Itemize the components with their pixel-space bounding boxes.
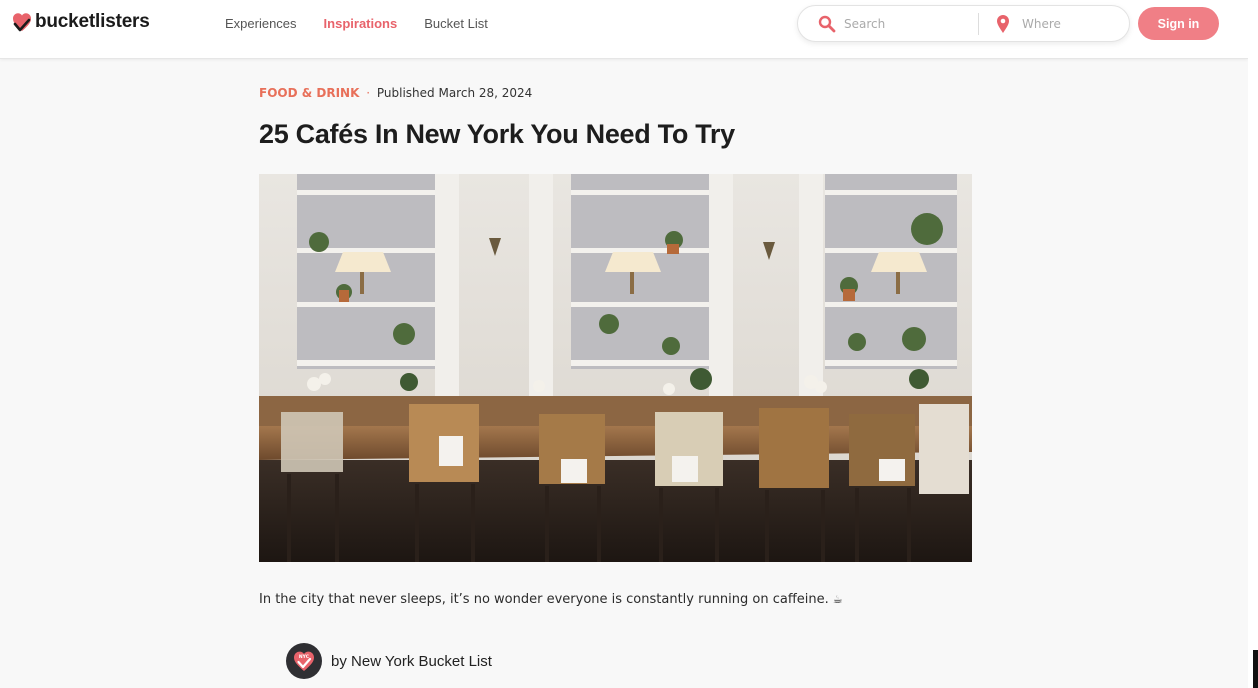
intro-text: In the city that never sleeps, it’s no w… bbox=[259, 592, 829, 607]
sign-in-button[interactable]: Sign in bbox=[1138, 7, 1219, 40]
author-name: by New York Bucket List bbox=[331, 653, 492, 670]
scrollbar-track[interactable] bbox=[1248, 0, 1258, 688]
article-intro: In the city that never sleeps, it’s no w… bbox=[259, 592, 843, 607]
author-prefix: by bbox=[331, 652, 347, 670]
search-icon bbox=[818, 15, 836, 33]
avatar-badge-text: NYC bbox=[299, 654, 310, 660]
heart-check-icon bbox=[12, 11, 32, 33]
brand-logo[interactable]: bucketlisters bbox=[12, 11, 150, 33]
category-link[interactable]: FOOD & DRINK bbox=[259, 86, 359, 100]
search-bar bbox=[797, 5, 1130, 42]
brand-name: bucketlisters bbox=[35, 11, 150, 32]
avatar: NYC bbox=[286, 643, 322, 679]
author-label: New York Bucket List bbox=[351, 652, 492, 670]
author-byline[interactable]: NYC by New York Bucket List bbox=[286, 643, 492, 679]
nav-bucket-list[interactable]: Bucket List bbox=[424, 16, 488, 31]
map-pin-icon bbox=[996, 14, 1010, 34]
scrollbar-thumb[interactable] bbox=[1253, 650, 1258, 688]
publish-date: Published March 28, 2024 bbox=[376, 86, 533, 100]
coffee-icon: ☕ bbox=[832, 593, 843, 606]
search-input[interactable] bbox=[844, 14, 964, 34]
meta-separator: · bbox=[366, 86, 371, 100]
main-nav: Experiences Inspirations Bucket List bbox=[225, 16, 488, 31]
nav-experiences[interactable]: Experiences bbox=[225, 16, 297, 31]
site-header: bucketlisters Experiences Inspirations B… bbox=[0, 0, 1248, 59]
search-divider bbox=[978, 13, 979, 35]
where-input[interactable] bbox=[1022, 14, 1122, 34]
nav-inspirations[interactable]: Inspirations bbox=[324, 16, 398, 31]
article-meta: FOOD & DRINK · Published March 28, 2024 bbox=[259, 86, 532, 100]
hero-image bbox=[259, 174, 972, 562]
article-title: 25 Cafés In New York You Need To Try bbox=[259, 119, 735, 149]
